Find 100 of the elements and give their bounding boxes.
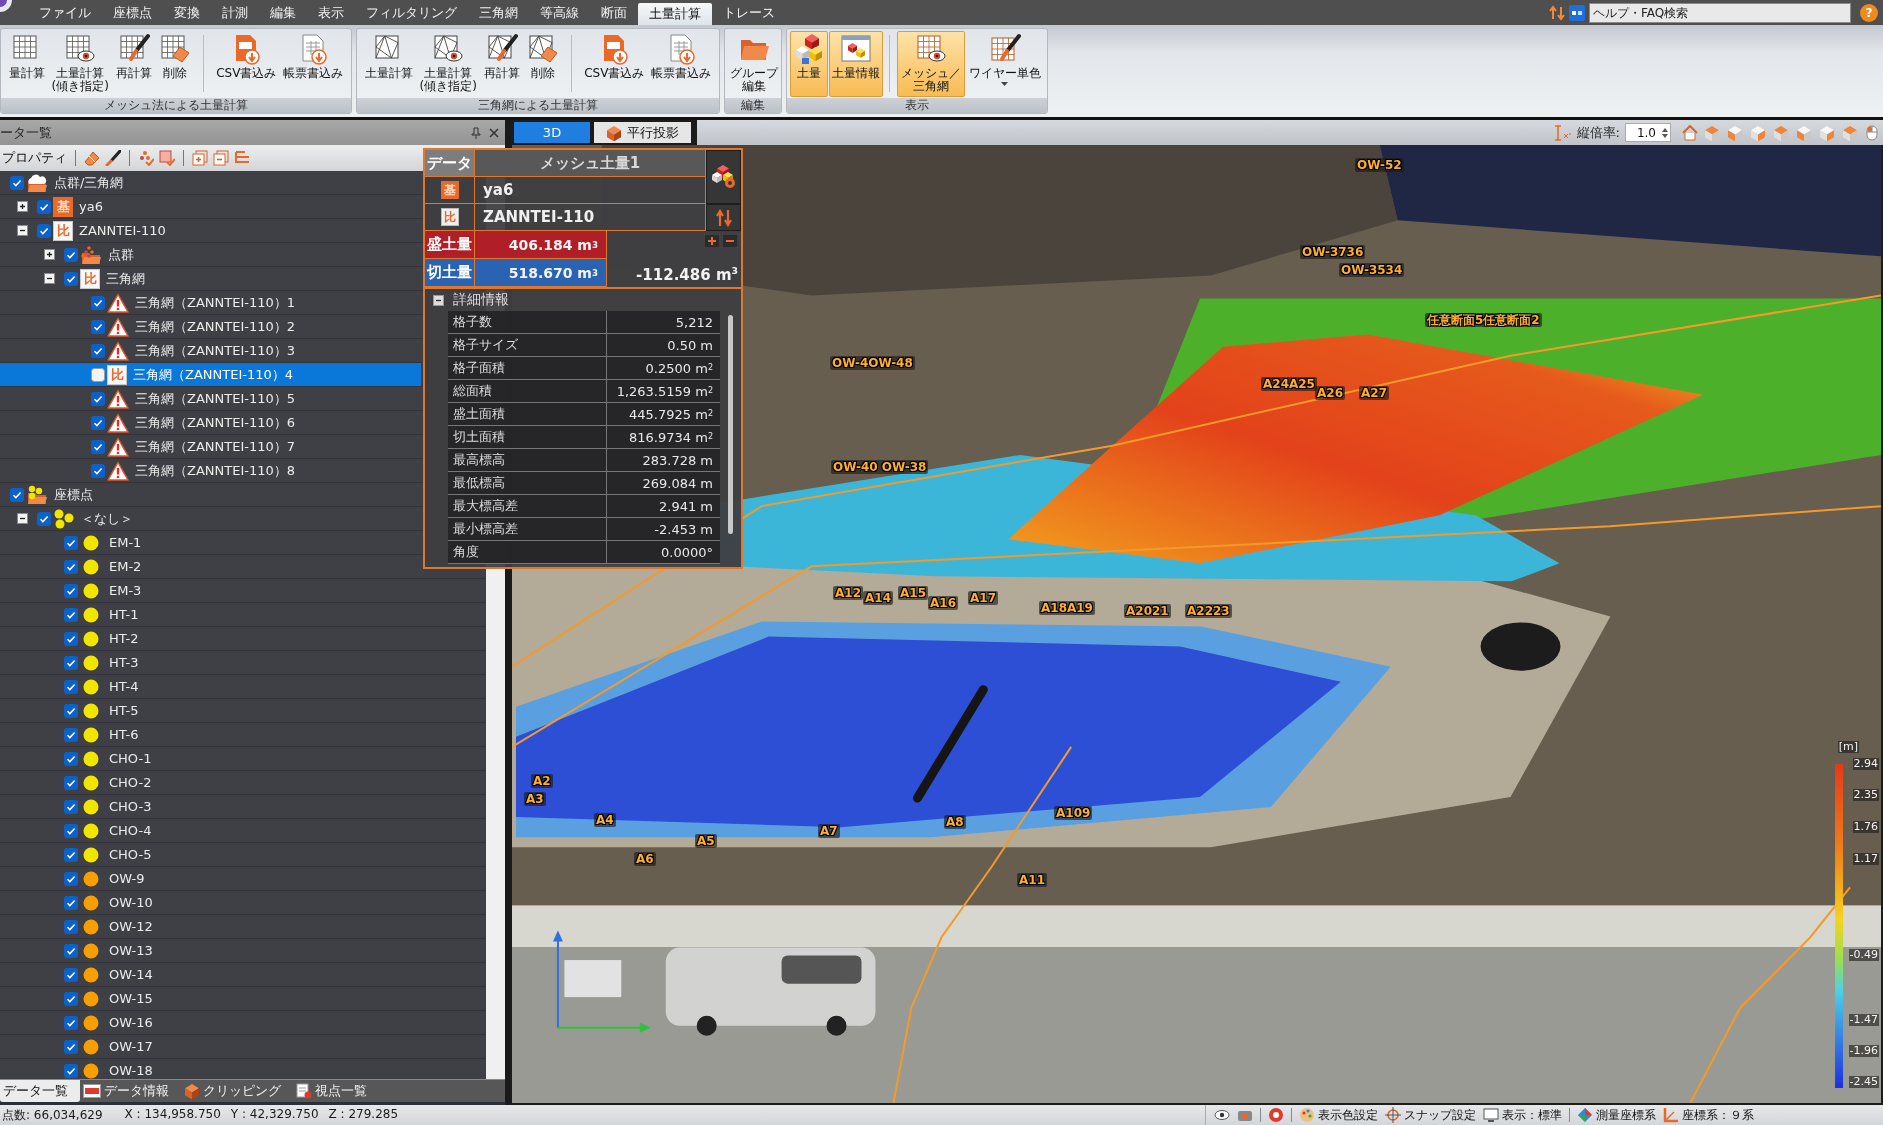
checkbox[interactable] (64, 823, 78, 838)
view-tab[interactable]: 3D (514, 122, 590, 143)
tree-item[interactable]: 三角網（ZANNTEI-110）1 (0, 291, 421, 315)
tree-item[interactable]: EM-2 (0, 555, 421, 579)
collapse-icon[interactable] (433, 294, 444, 306)
tree-item[interactable]: CHO-4 (0, 819, 421, 843)
checkbox[interactable] (64, 727, 78, 742)
tree-item[interactable]: OW-15 (0, 987, 421, 1011)
ribbon-button[interactable]: 帳票書込み (280, 31, 347, 97)
collapse-icon[interactable] (17, 513, 28, 524)
ribbon-button[interactable]: グループ編集 (726, 31, 781, 97)
checkbox[interactable] (64, 991, 78, 1006)
settings-button[interactable] (706, 150, 741, 204)
tree-item[interactable]: OW-14 (0, 963, 421, 987)
checkbox[interactable] (10, 175, 24, 190)
checkbox[interactable] (37, 199, 51, 214)
menu-tab[interactable]: フィルタリング (355, 0, 468, 25)
pin-icon[interactable] (471, 126, 481, 139)
checkbox[interactable] (64, 967, 78, 982)
tree-item[interactable]: HT-2 (0, 627, 421, 651)
eye-icon[interactable] (1214, 1109, 1230, 1121)
expand-icon[interactable] (44, 249, 55, 260)
checkbox[interactable] (64, 751, 78, 766)
menu-tab[interactable]: 等高線 (529, 0, 590, 25)
add-button[interactable] (704, 234, 720, 248)
tree-item[interactable]: EM-1 (0, 531, 421, 555)
status-button[interactable]: スナップ設定 (1385, 1106, 1476, 1124)
checkbox[interactable] (64, 559, 78, 574)
ribbon-button[interactable]: 削除 (155, 31, 194, 97)
tree-item[interactable]: 比 ZANNTEI-110 (0, 219, 421, 243)
tree-item[interactable]: 三角網（ZANNTEI-110）7 (0, 435, 421, 459)
checkbox[interactable] (64, 1015, 78, 1030)
tree-item[interactable]: CHO-2 (0, 771, 421, 795)
panel-tab[interactable]: 視点一覧 (293, 1080, 379, 1102)
checkbox[interactable] (64, 271, 78, 286)
menu-tab[interactable]: 土量計算 (638, 3, 712, 25)
tree-item[interactable]: ＜なし＞ (0, 507, 421, 531)
menu-tab[interactable]: トレース (712, 0, 786, 25)
status-button[interactable]: 座標系：９系 (1663, 1106, 1754, 1124)
ribbon-button[interactable]: 帳票書込み (648, 31, 715, 97)
tree-item[interactable]: 基 ya6 (0, 195, 421, 219)
checkbox[interactable] (91, 343, 105, 358)
tree-item[interactable]: 座標点 (0, 483, 421, 507)
menu-tab[interactable]: ファイル (28, 0, 102, 25)
home-icon[interactable] (1682, 124, 1698, 141)
checkbox[interactable] (37, 223, 51, 238)
menu-tab[interactable]: 断面 (590, 0, 638, 25)
checkbox[interactable] (64, 799, 78, 814)
ribbon-button[interactable]: 土量計算 (傾き指定) (48, 31, 112, 97)
menu-tab[interactable]: 座標点 (102, 0, 163, 25)
checkbox[interactable] (64, 775, 78, 790)
tree-item[interactable]: OW-12 (0, 915, 421, 939)
ribbon-button[interactable]: 再計算 (112, 31, 155, 97)
tree-item[interactable]: 三角網（ZANNTEI-110）5 (0, 387, 421, 411)
brush-icon[interactable] (105, 150, 121, 166)
checkbox[interactable] (64, 631, 78, 646)
checkbox[interactable] (64, 607, 78, 622)
menu-tab[interactable]: 三角網 (468, 0, 529, 25)
sort-arrows-icon[interactable] (1549, 4, 1565, 21)
swap-button[interactable] (706, 204, 741, 231)
panel-tab[interactable]: データ一覧 (0, 1080, 80, 1102)
tree-list-icon[interactable] (234, 150, 250, 166)
tree-item[interactable]: 三角網（ZANNTEI-110）2 (0, 315, 421, 339)
tree-item[interactable]: 比 三角網 (0, 267, 421, 291)
tree-item[interactable]: HT-5 (0, 699, 421, 723)
view-tab[interactable]: 平行投影 (594, 122, 691, 143)
checkbox[interactable] (64, 943, 78, 958)
ribbon-button[interactable]: CSV書込み (581, 31, 648, 97)
checkbox[interactable] (10, 487, 24, 502)
status-button[interactable]: 測量座標系 (1577, 1106, 1656, 1124)
checkbox[interactable] (91, 367, 105, 382)
checkbox[interactable] (91, 319, 105, 334)
menu-tab[interactable]: 表示 (307, 0, 355, 25)
tree-item[interactable]: HT-6 (0, 723, 421, 747)
checkbox[interactable] (64, 247, 78, 262)
tree-item[interactable]: 点群 (0, 243, 421, 267)
checkbox[interactable] (64, 655, 78, 670)
expand-icon[interactable] (17, 201, 28, 212)
ribbon-button[interactable]: 土量計算 (傾き指定) (416, 31, 480, 97)
mouse-icon[interactable] (1864, 124, 1880, 141)
tree-item[interactable]: CHO-3 (0, 795, 421, 819)
checkbox[interactable] (64, 871, 78, 886)
checkbox[interactable] (91, 439, 105, 454)
square-check-icon[interactable] (159, 150, 175, 166)
close-icon[interactable] (489, 127, 499, 138)
expand-all-icon[interactable] (192, 150, 208, 166)
checkbox[interactable] (91, 295, 105, 310)
help-search-field[interactable]: ヘルプ・FAQ検索 (1589, 2, 1851, 23)
camera-icon[interactable] (1237, 1108, 1253, 1122)
checkbox[interactable] (64, 919, 78, 934)
ring-icon[interactable] (1268, 1107, 1284, 1123)
ribbon-button[interactable]: 土量 (790, 31, 829, 97)
dots-check-icon[interactable] (138, 150, 154, 166)
tree-item[interactable]: EM-3 (0, 579, 421, 603)
menu-tab[interactable]: 計測 (211, 0, 259, 25)
tree-item[interactable]: HT-4 (0, 675, 421, 699)
checkbox[interactable] (64, 895, 78, 910)
ribbon-button[interactable]: 土量情報 (829, 31, 884, 97)
tree-item[interactable]: 三角網（ZANNTEI-110）6 (0, 411, 421, 435)
checkbox[interactable] (64, 703, 78, 718)
